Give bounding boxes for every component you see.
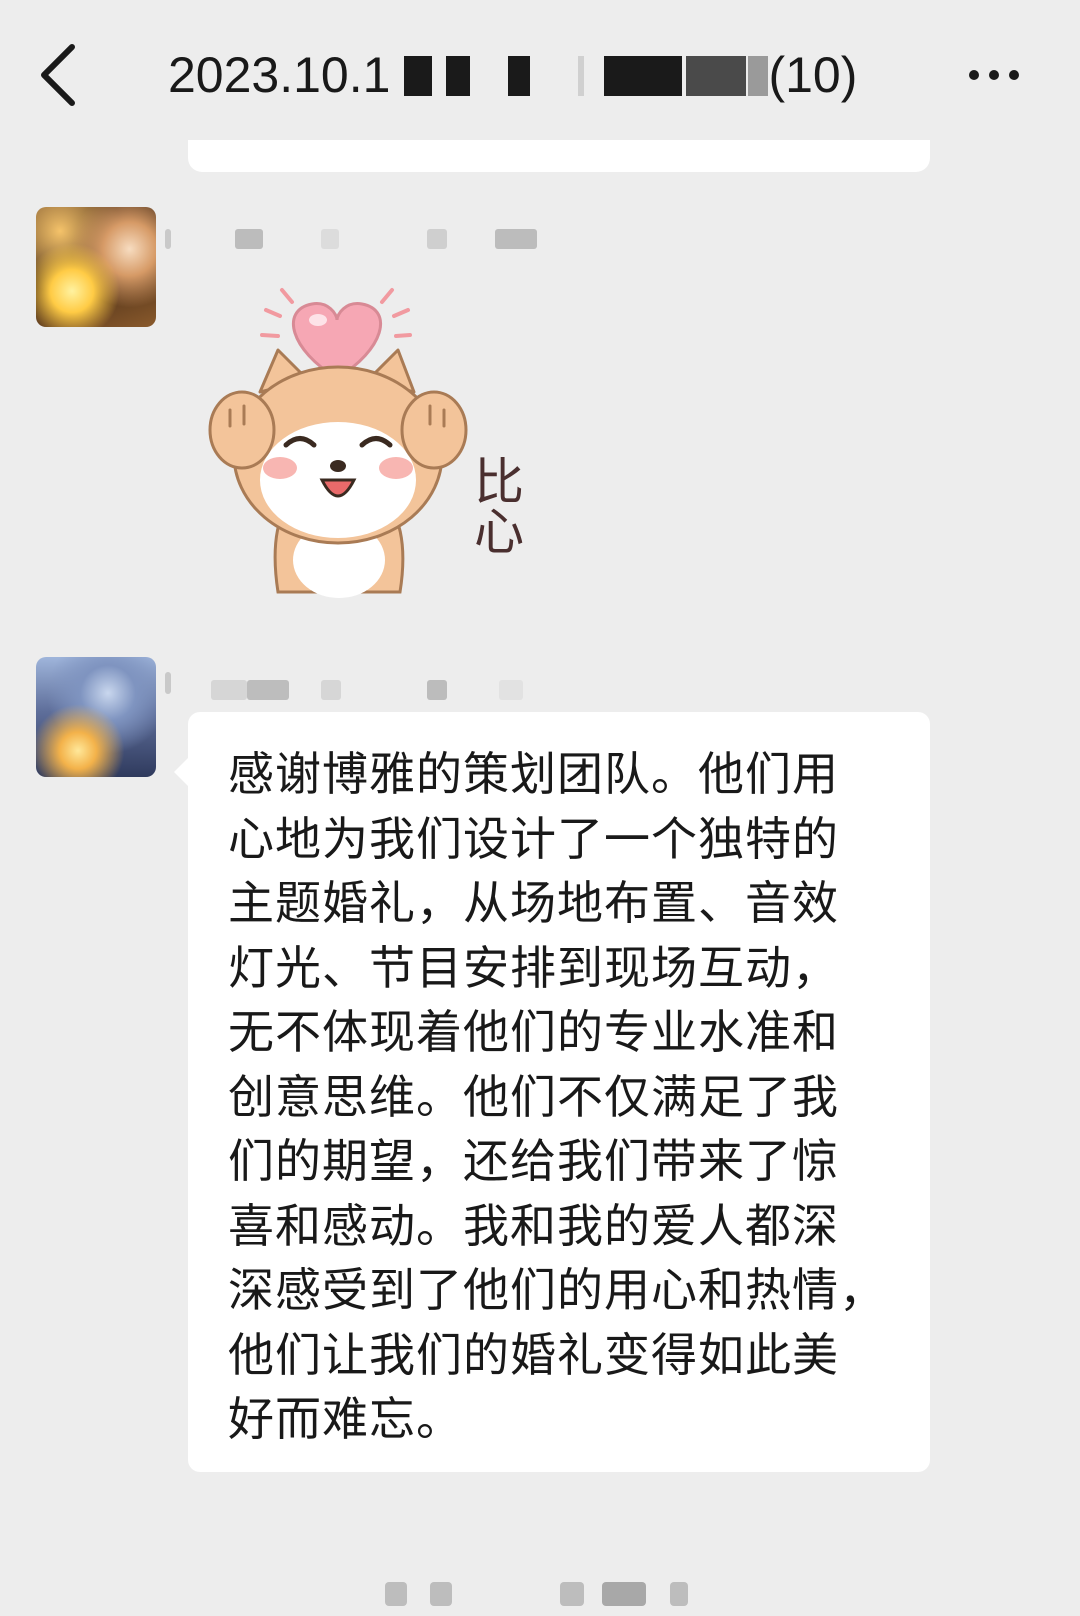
message-line: 喜和感动。我和我的爱人都深 [228,1198,839,1253]
message-line: 们的期望，还给我们带来了惊 [228,1134,839,1188]
message-line: 创意思维。他们不仅满足了我 [228,1069,839,1124]
avatar[interactable] [36,207,156,327]
redacted-name-block [748,56,769,96]
chat-title-date: 2023.10.1 [168,47,391,103]
chevron-left-icon [41,44,75,106]
sender-name-blurred [165,672,545,700]
more-options-button[interactable] [960,45,1040,105]
message-line: 心地为我们设计了一个独特的 [228,811,839,866]
avatar[interactable] [36,657,156,777]
message-line: 深感受到了他们的用心和热情， [228,1263,886,1317]
redacted-name-block [446,56,471,96]
heart-dog-sticker[interactable]: 比心 [200,280,540,615]
blurred-footer-text [380,1582,700,1606]
message-line: 他们让我们的婚礼变得如此美 [228,1327,839,1382]
previous-message-bubble[interactable] [188,140,930,172]
redacted-name-block [508,56,531,96]
message-line: 灯光、节目安排到现场互动， [228,940,839,995]
dog-heart-icon: 比心 [208,288,524,598]
chat-title: 2023.10.1 (10) [168,40,857,110]
message-line: 无不体现着他们的专业水准和 [228,1005,839,1059]
sticker-caption: 比心 [466,455,524,555]
sender-name-blurred [165,229,545,249]
message-line: 好而难忘。 [228,1392,463,1446]
chat-header: 2023.10.1 (10) [0,0,1080,150]
more-dots-icon [969,70,1019,80]
message-line: 主题婚礼，从场地布置、音效 [228,876,839,930]
redacted-name-block [578,56,585,96]
redacted-name-block [404,56,433,96]
message-line: 感谢博雅的策划团队。他们用 [228,747,839,801]
message-text: 感谢博雅的策划团队。他们用 心地为我们设计了一个独特的 主题婚礼，从场地布置、音… [228,742,894,1452]
chat-member-count: (10) [768,47,858,103]
message-bubble[interactable]: 感谢博雅的策划团队。他们用 心地为我们设计了一个独特的 主题婚礼，从场地布置、音… [174,712,930,1472]
back-button[interactable] [30,35,110,115]
redacted-name-block [604,56,683,96]
redacted-name-block [686,56,747,96]
